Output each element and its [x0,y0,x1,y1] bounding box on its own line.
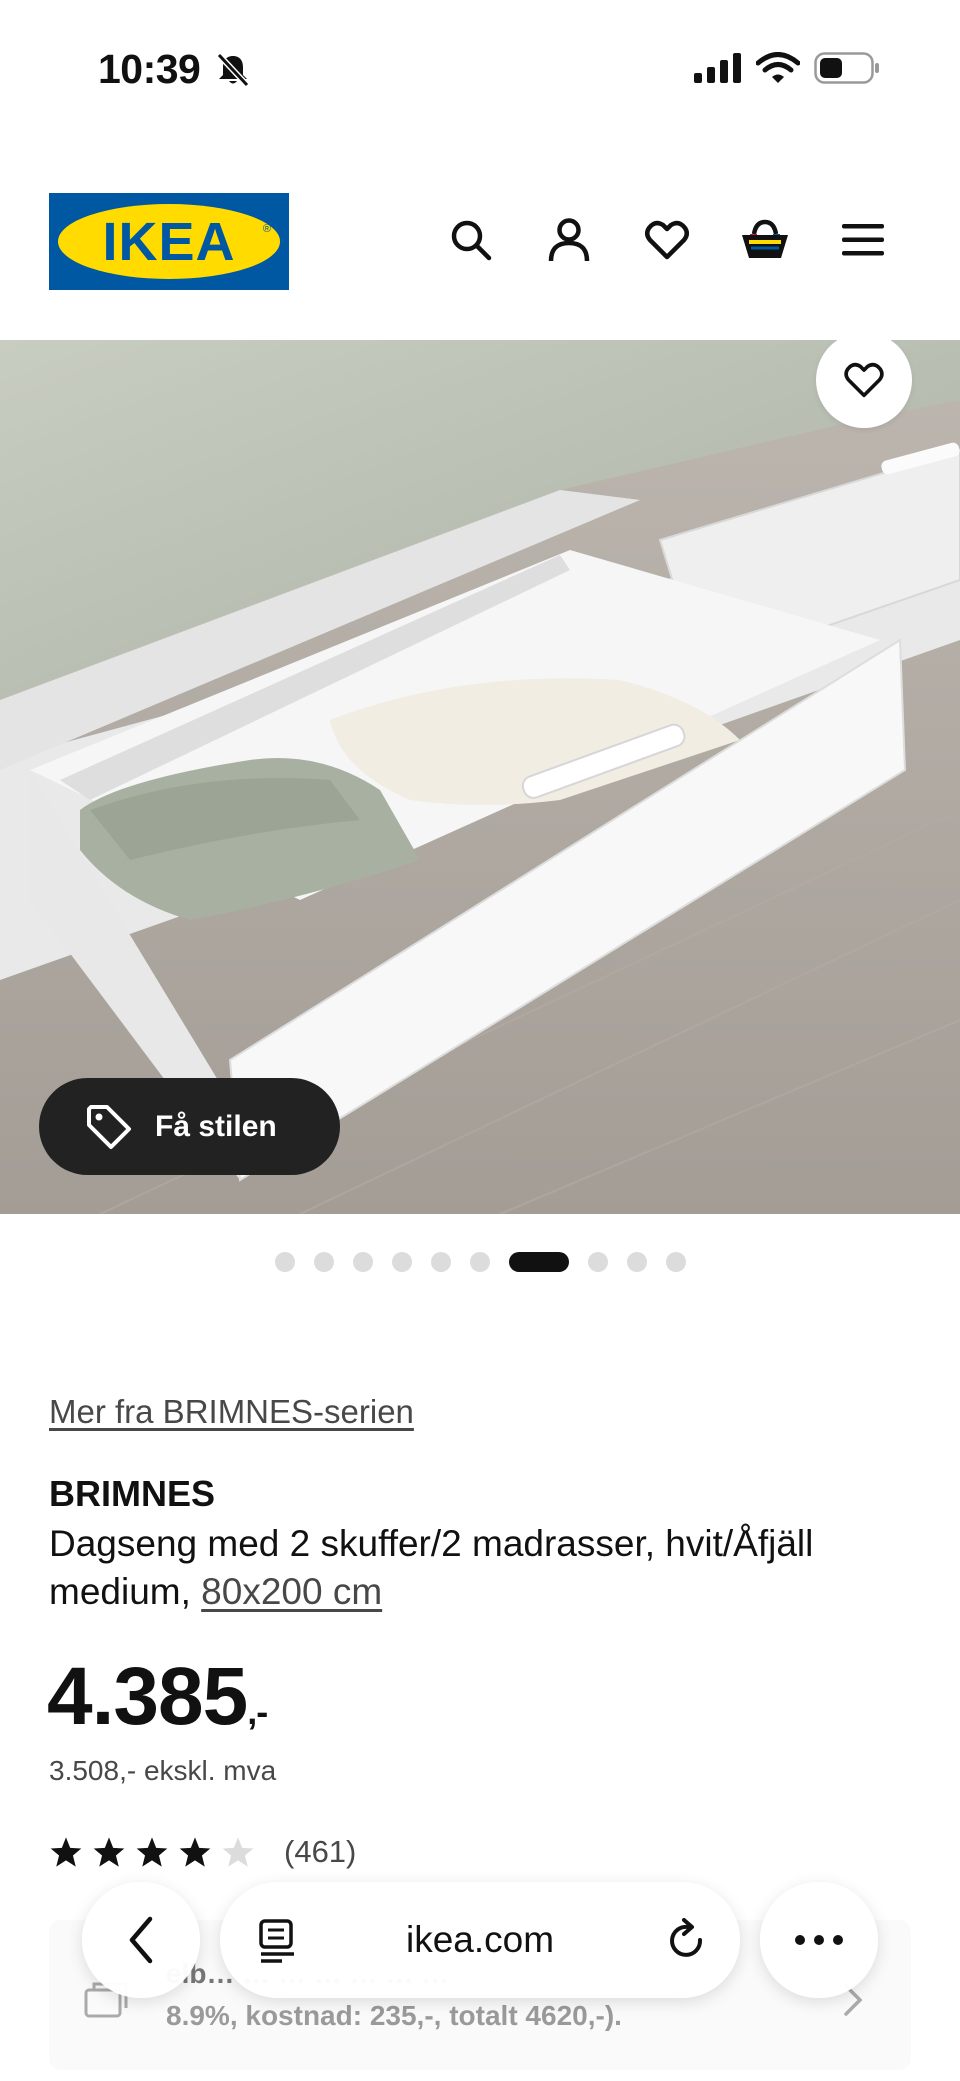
address-bar[interactable]: ikea.com [220,1882,740,1998]
reload-icon[interactable] [666,1918,708,1964]
carousel-dot[interactable] [352,1252,373,1272]
shopping-bag-icon[interactable] [737,212,793,268]
status-icons [694,52,880,84]
star-filled-icon [93,1837,125,1867]
more-dots-icon [795,1935,843,1945]
carousel-dot[interactable] [626,1252,647,1272]
price-excl-vat: 3.508,- ekskl. mva [49,1755,277,1786]
carousel-dot[interactable] [391,1252,412,1272]
ikea-logo[interactable]: IKEA ® [49,193,289,290]
star-filled-icon [136,1837,168,1867]
carousel-dot[interactable] [430,1252,451,1272]
carousel-dot[interactable] [587,1252,608,1272]
product-image[interactable]: Få stilen [0,340,960,1214]
account-icon[interactable] [541,212,597,268]
series-link[interactable]: Mer fra BRIMNES-serien [49,1393,414,1431]
status-time: 10:39 [98,46,201,92]
star-empty-icon [222,1837,254,1867]
site-header: IKEA ® [0,140,960,340]
star-filled-icon [50,1837,82,1867]
heart-icon [844,362,884,398]
carousel-dot[interactable] [313,1252,334,1272]
price-suffix: ,- [247,1691,268,1732]
browser-toolbar: ikea.com [0,1870,960,2010]
back-button[interactable] [82,1882,200,1998]
chevron-left-icon [129,1916,153,1964]
product-brand: BRIMNES [49,1473,216,1514]
price-tag-icon [87,1104,131,1149]
price-amount: 4.385 [47,1651,248,1742]
battery-icon [814,52,879,84]
more-options-button[interactable] [760,1882,878,1998]
url-text: ikea.com [405,1919,555,1960]
review-count: (461) [284,1834,357,1869]
size-link[interactable]: 80x200 cm [201,1571,382,1612]
search-icon[interactable] [443,212,499,268]
wifi-icon [756,52,800,83]
product-description: Dagseng med 2 skuffer/2 madrasser, hvit/… [49,1520,929,1616]
get-the-style-button[interactable]: Få stilen [39,1078,340,1175]
get-the-style-label: Få stilen [155,1109,277,1143]
wishlist-heart-icon[interactable] [639,212,695,268]
carousel-dot-active[interactable] [508,1252,569,1272]
carousel-dot[interactable] [665,1252,686,1272]
bell-slash-icon [216,52,250,93]
product-price: 4.385,- [47,1650,268,1744]
carousel-dot[interactable] [469,1252,490,1272]
status-bar: 10:39 [0,0,960,140]
logo-wordmark: IKEA [102,211,236,272]
product-rating[interactable]: (461) [49,1834,356,1870]
product-description-text: Dagseng med 2 skuffer/2 madrasser, hvit/… [49,1523,814,1612]
image-carousel-indicator [0,1252,960,1272]
signal-icon [694,53,741,83]
carousel-dot[interactable] [274,1252,295,1272]
logo-registered-mark: ® [262,223,271,235]
star-filled-icon [179,1837,211,1867]
menu-icon[interactable] [835,212,891,268]
